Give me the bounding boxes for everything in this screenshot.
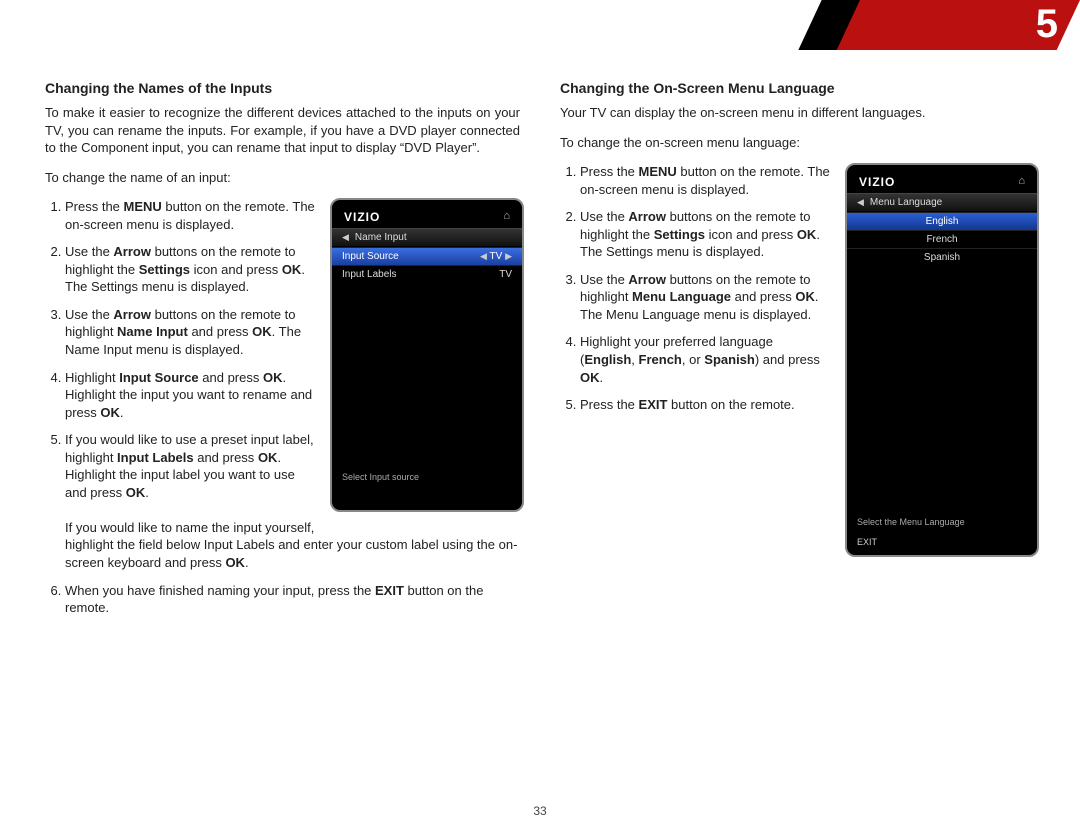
tv-exit: EXIT [857, 537, 877, 547]
right-lead: To change the on-screen menu language: [560, 134, 1035, 152]
back-arrow-icon: ◀ [857, 197, 864, 208]
left-step-6: When you have finished naming your input… [65, 582, 520, 617]
page-number: 33 [0, 804, 1080, 818]
left-lead: To change the name of an input: [45, 169, 520, 187]
tv-logo: VIZIO [847, 165, 1037, 193]
left-intro: To make it easier to recognize the diffe… [45, 104, 520, 157]
tv-logo: VIZIO [332, 200, 522, 228]
tv-hint: Select the Menu Language [857, 517, 965, 527]
right-heading: Changing the On-Screen Menu Language [560, 80, 1035, 96]
tv-row-spanish: Spanish [847, 248, 1037, 266]
back-arrow-icon: ◀ [342, 232, 349, 243]
chapter-number: 5 [858, 0, 1058, 50]
left-tv-figure: ⌂ VIZIO ◀ Name Input Input Source ◀ TV ▶… [330, 198, 520, 512]
home-icon: ⌂ [1018, 175, 1025, 187]
tv-hint: Select Input source [342, 472, 419, 482]
tv-row-french: French [847, 230, 1037, 248]
tv-screen-title: Name Input [355, 232, 407, 243]
tv-row-english: English [847, 212, 1037, 230]
left-heading: Changing the Names of the Inputs [45, 80, 520, 96]
chapter-tab: 5 [820, 0, 1080, 50]
right-column: Changing the On-Screen Menu Language You… [560, 80, 1035, 627]
right-tv-figure: ⌂ VIZIO ◀ Menu Language English French S… [845, 163, 1035, 557]
tv-screen-title: Menu Language [870, 197, 942, 208]
menu-language-screen: ⌂ VIZIO ◀ Menu Language English French S… [845, 163, 1039, 557]
name-input-screen: ⌂ VIZIO ◀ Name Input Input Source ◀ TV ▶… [330, 198, 524, 512]
left-column: Changing the Names of the Inputs To make… [45, 80, 520, 627]
manual-page: 5 Changing the Names of the Inputs To ma… [0, 0, 1080, 834]
tv-row-input-labels: Input Labels TV [332, 265, 522, 283]
tv-row-input-source: Input Source ◀ TV ▶ [332, 247, 522, 265]
right-intro: Your TV can display the on-screen menu i… [560, 104, 1035, 122]
home-icon: ⌂ [503, 210, 510, 222]
